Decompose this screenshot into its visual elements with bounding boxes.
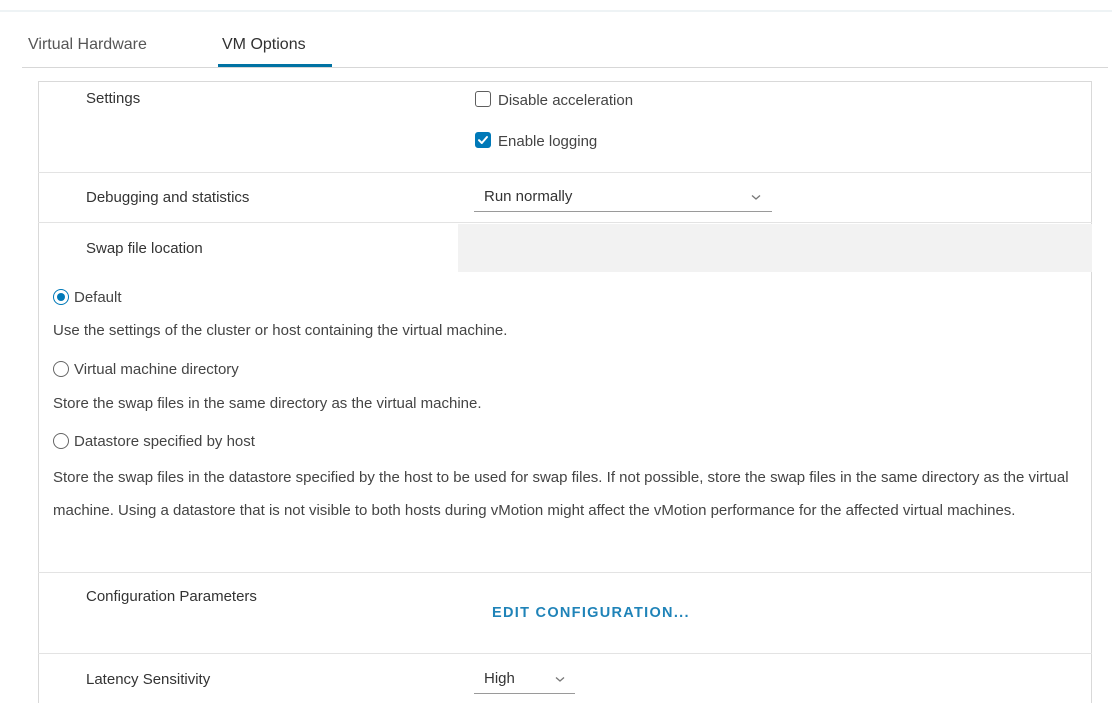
row-divider	[38, 222, 1092, 223]
swap-datastore-label: Datastore specified by host	[74, 433, 255, 450]
edit-configuration-button[interactable]: EDIT CONFIGURATION...	[492, 605, 690, 621]
debugging-select-value: Run normally	[484, 188, 573, 205]
row-divider	[38, 653, 1092, 654]
disable-acceleration-checkbox[interactable]	[475, 91, 491, 107]
enable-logging-checkbox[interactable]	[475, 132, 491, 148]
debugging-label: Debugging and statistics	[86, 189, 250, 206]
latency-select[interactable]: High	[474, 664, 575, 694]
row-divider	[38, 572, 1092, 573]
swap-datastore-radio[interactable]	[53, 433, 69, 449]
chevron-down-icon	[555, 677, 565, 682]
disable-acceleration-label: Disable acceleration	[498, 92, 634, 109]
swap-default-description: Use the settings of the cluster or host …	[53, 322, 508, 339]
latency-label: Latency Sensitivity	[86, 671, 211, 688]
tab-vm-options[interactable]: VM Options	[222, 36, 306, 54]
settings-label: Settings	[86, 90, 141, 107]
tab-virtual-hardware[interactable]: Virtual Hardware	[28, 36, 147, 54]
tab-bar: Virtual Hardware VM Options	[0, 0, 1112, 70]
swap-default-label: Default	[74, 289, 122, 306]
tab-bar-divider	[22, 67, 1108, 68]
debugging-select[interactable]: Run normally	[474, 182, 772, 212]
swap-vm-directory-description: Store the swap files in the same directo…	[53, 395, 482, 412]
chevron-down-icon	[751, 195, 761, 200]
swap-datastore-description: Store the swap files in the datastore sp…	[53, 469, 1069, 519]
swap-file-label: Swap file location	[86, 240, 203, 257]
swap-vm-directory-label: Virtual machine directory	[74, 361, 239, 378]
row-divider	[38, 172, 1092, 173]
checkmark-icon	[478, 136, 488, 144]
swap-vm-directory-radio[interactable]	[53, 361, 69, 377]
swap-file-value-area	[458, 224, 1092, 272]
config-params-label: Configuration Parameters	[86, 588, 257, 605]
latency-select-value: High	[484, 670, 515, 687]
swap-default-radio[interactable]	[53, 289, 69, 305]
enable-logging-label: Enable logging	[498, 133, 598, 150]
